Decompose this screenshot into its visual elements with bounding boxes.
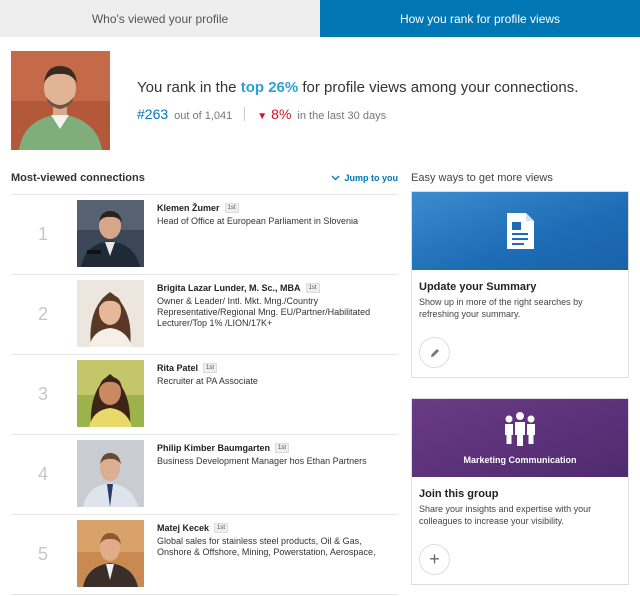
rank-summary: You rank in the top 26% for profile view… — [0, 37, 640, 157]
jump-to-you-link[interactable]: Jump to you — [331, 172, 399, 183]
rank-highlight: top 26% — [240, 79, 299, 96]
most-viewed-section: Most-viewed connections Jump to you 1 Kl… — [11, 169, 398, 595]
document-icon — [507, 213, 534, 249]
card-description: Show up in more of the right searches by… — [419, 297, 583, 319]
list-item[interactable]: 4 Philip Kimber Baumgarten 1st Business D… — [11, 435, 398, 515]
section-title: Most-viewed connections — [11, 171, 145, 184]
connection-title: Head of Office at European Parliament in… — [157, 216, 358, 226]
rank-number-label: 2 — [37, 304, 48, 324]
degree-badge: 1st — [305, 283, 320, 293]
avatar[interactable] — [77, 280, 144, 347]
rank-headline: You rank in the top 26% for profile view… — [137, 79, 578, 96]
group-name: Marketing Communication — [463, 455, 577, 465]
rank-period: in the last 30 days — [297, 110, 387, 122]
degree-badge: 1st — [214, 523, 229, 533]
rank-number: #263 — [137, 106, 169, 122]
rank-number-label: 3 — [37, 384, 48, 404]
jump-label: Jump to you — [344, 172, 399, 183]
card-banner: Marketing Communication — [412, 399, 628, 477]
avatar[interactable] — [77, 520, 144, 587]
card-description: Share your insights and expertise with y… — [419, 504, 592, 526]
connection-list: 1 Klemen Žumer 1st Head of Office at Euro… — [11, 194, 398, 595]
list-item[interactable]: 1 Klemen Žumer 1st Head of Office at Euro… — [11, 195, 398, 275]
rank-prefix: You rank in the — [137, 79, 241, 96]
avatar[interactable] — [77, 440, 144, 507]
connection-name[interactable]: Philip Kimber Baumgarten — [157, 443, 270, 453]
connection-name[interactable]: Matej Kecek — [157, 523, 209, 533]
plus-icon: + — [429, 549, 440, 569]
connection-name[interactable]: Brigita Lazar Lunder, M. Sc., MBA — [157, 283, 301, 293]
card-banner — [412, 192, 628, 270]
degree-badge: 1st — [275, 443, 290, 453]
connection-name[interactable]: Klemen Žumer — [157, 203, 220, 213]
divider — [244, 107, 246, 121]
connection-title: Business Development Manager hos Ethan P… — [157, 456, 367, 466]
edit-button[interactable] — [419, 337, 450, 368]
list-item[interactable]: 5 Matej Kecek 1st Global sales for stainl… — [11, 515, 398, 595]
connection-title: Owner & Leader/ Intl. Mkt. Mng./Country … — [157, 296, 371, 328]
rank-number-label: 1 — [37, 224, 48, 244]
easy-ways-title: Easy ways to get more views — [411, 171, 553, 184]
connection-title: Recruiter at PA Associate — [157, 376, 258, 386]
connection-title: Global sales for stainless steel product… — [157, 536, 376, 557]
tab-how-you-rank[interactable]: How you rank for profile views — [320, 0, 640, 37]
degree-badge: 1st — [224, 203, 239, 213]
chevron-down-icon — [331, 175, 339, 180]
update-summary-card: Update your Summary Show up in more of t… — [411, 191, 629, 378]
rank-number-label: 5 — [37, 544, 48, 564]
join-button[interactable]: + — [419, 544, 450, 575]
rank-stats: #263 out of 1,041 ▼ 8% in the last 30 da… — [137, 106, 386, 122]
profile-photo[interactable] — [11, 51, 110, 150]
card-heading[interactable]: Update your Summary — [419, 281, 621, 293]
down-arrow-icon: ▼ — [257, 111, 268, 122]
pencil-icon — [430, 348, 439, 357]
rank-change: 8% — [271, 106, 292, 122]
easy-ways-section: Easy ways to get more views Update your … — [411, 169, 629, 596]
tab-bar: Who's viewed your profile How you rank f… — [0, 0, 640, 37]
rank-suffix: for profile views among your connections… — [298, 79, 579, 96]
join-group-card: Marketing Communication Join this group … — [411, 398, 629, 585]
degree-badge: 1st — [203, 363, 218, 373]
list-item[interactable]: 2 Brigita Lazar Lunder, M. Sc., MBA 1st O… — [11, 275, 398, 355]
card-heading[interactable]: Join this group — [419, 488, 621, 500]
tab-whos-viewed[interactable]: Who's viewed your profile — [0, 0, 320, 37]
rank-number-label: 4 — [37, 464, 48, 484]
connection-name[interactable]: Rita Patel — [157, 363, 198, 373]
avatar[interactable] — [77, 200, 144, 267]
avatar[interactable] — [77, 360, 144, 427]
list-item[interactable]: 3 Rita Patel 1st Recruiter at PA Associat… — [11, 355, 398, 435]
rank-out-of: out of 1,041 — [174, 110, 233, 122]
people-icon — [505, 412, 535, 446]
